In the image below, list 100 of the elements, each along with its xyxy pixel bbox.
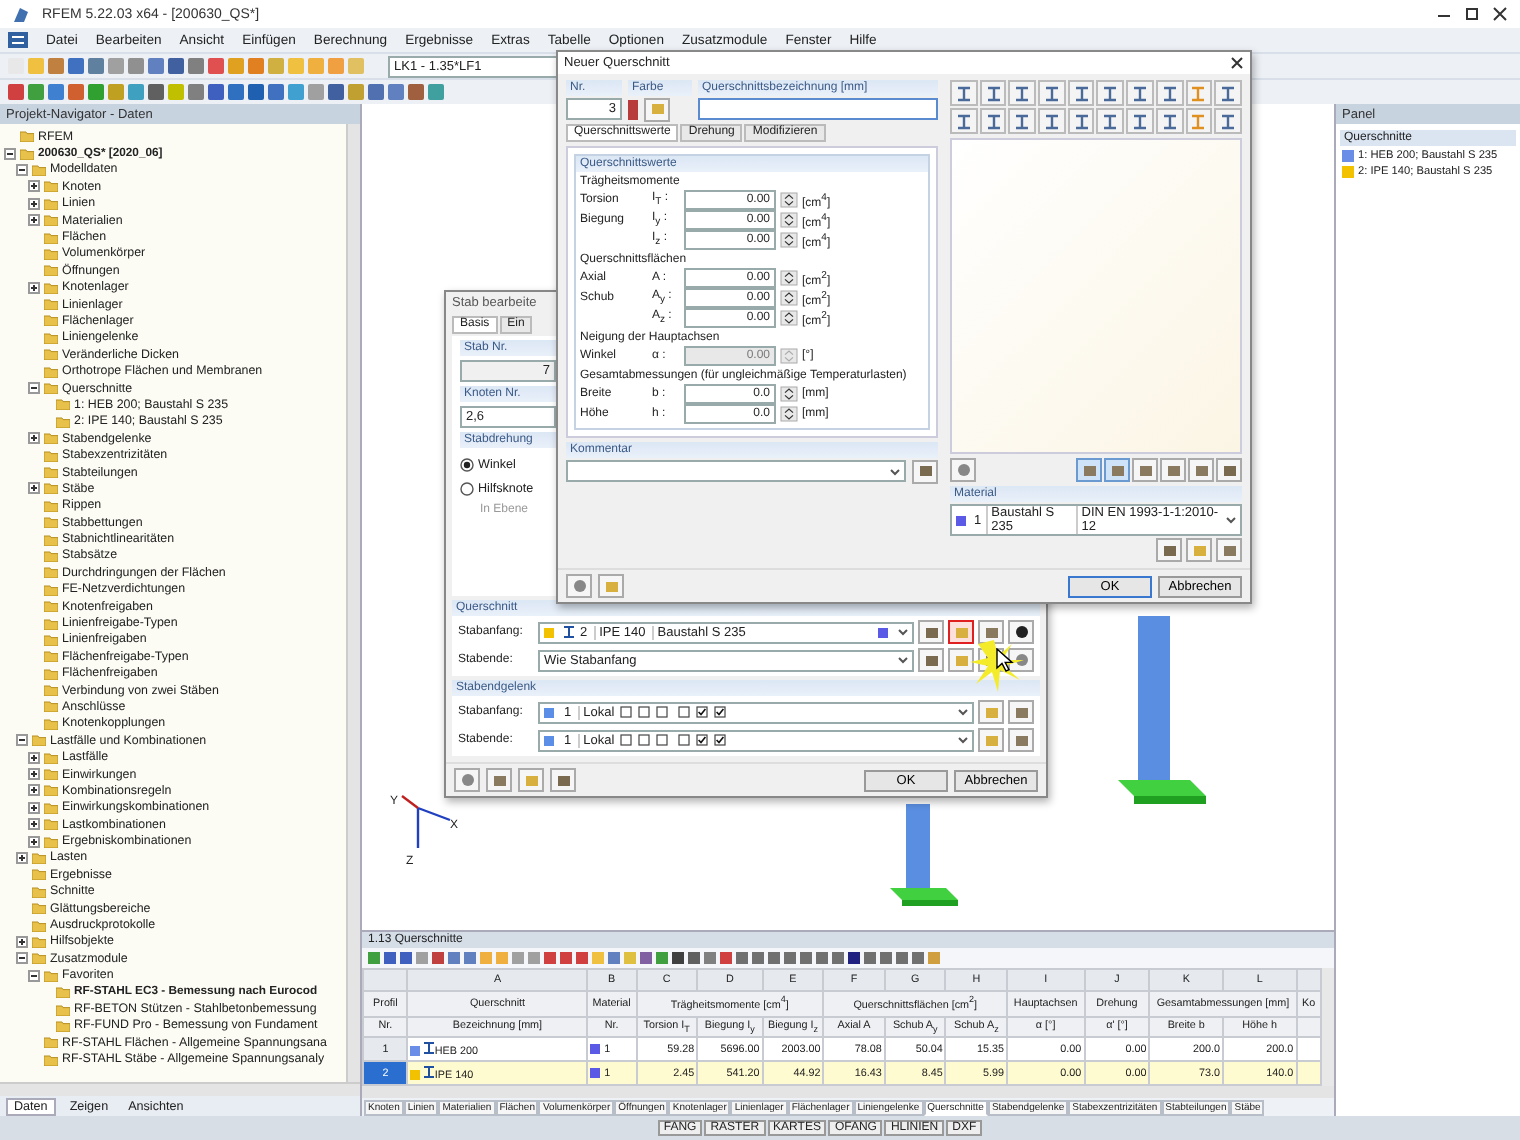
spinner-icon[interactable] [780,290,798,306]
expand-toggle[interactable] [16,952,28,965]
spinner-icon[interactable] [780,310,798,326]
info-button[interactable] [1008,620,1034,644]
info-button[interactable] [1008,648,1034,672]
spinner-icon[interactable] [780,386,798,402]
scrollbar[interactable] [346,124,360,1082]
color-swatch[interactable] [628,99,638,119]
section-type-icon[interactable] [1038,108,1066,134]
section-type-icon[interactable] [1185,80,1213,106]
spinner-icon[interactable] [780,406,798,422]
section-type-icon[interactable] [979,108,1007,134]
expand-toggle[interactable] [28,180,40,193]
new-section-button[interactable] [948,620,974,644]
tool-button[interactable] [550,768,576,792]
expand-toggle[interactable] [28,382,40,395]
section-type-icon[interactable] [1155,80,1184,106]
help-button[interactable] [566,574,592,598]
section-type-icon[interactable] [1038,80,1066,106]
expand-toggle[interactable] [16,935,28,948]
section-type-icon[interactable] [1008,80,1037,106]
spinner-icon[interactable] [780,270,798,286]
scrollbar[interactable] [362,1086,1334,1098]
edit-button[interactable] [1008,728,1034,752]
expand-toggle[interactable] [28,969,40,982]
expand-toggle[interactable] [28,214,40,227]
view-toggle[interactable] [1160,458,1186,482]
expand-toggle[interactable] [16,163,28,176]
section-type-icon[interactable] [1096,80,1125,106]
app-icon [12,5,30,23]
expand-toggle[interactable] [28,751,40,764]
section-type-icon[interactable] [1126,80,1154,106]
column-drawing [890,804,958,906]
section-type-icon[interactable] [1155,108,1184,134]
color-picker-button[interactable] [644,97,670,121]
app-menu-icon[interactable] [8,32,28,48]
section-type-icon[interactable] [1126,108,1154,134]
expand-toggle[interactable] [28,784,40,797]
new-section-button[interactable] [948,648,974,672]
expand-toggle[interactable] [28,482,40,495]
section-type-icon[interactable] [979,80,1007,106]
library-button[interactable] [918,648,944,672]
section-type-icon[interactable] [1214,80,1242,106]
close-icon[interactable] [1230,56,1244,70]
expand-toggle[interactable] [28,432,40,445]
caret-icon [1226,516,1236,524]
comment-field[interactable] [566,460,906,482]
expand-toggle[interactable] [28,818,40,831]
expand-toggle[interactable] [28,835,40,848]
view-toggle[interactable] [1188,458,1214,482]
axis-icon [401,795,452,850]
section-type-icon[interactable] [1214,108,1242,134]
section-type-icon[interactable] [1067,80,1095,106]
input-field[interactable] [698,98,938,120]
library-button[interactable] [918,620,944,644]
caret-icon [958,708,968,716]
caret-icon [890,467,900,475]
close-icon[interactable] [1492,6,1508,22]
edit-button[interactable] [486,768,512,792]
section-type-icon[interactable] [1008,108,1037,134]
edit-button[interactable] [978,620,1004,644]
new-hinge-button[interactable] [978,728,1004,752]
section-type-icon[interactable] [1067,108,1095,134]
new-material-button[interactable] [1186,538,1212,562]
i-beam-icon [424,1065,435,1078]
maximize-icon[interactable] [1464,6,1480,22]
expand-toggle[interactable] [16,851,28,864]
scrollbar[interactable] [0,1082,360,1096]
section-type-icon[interactable] [950,108,978,134]
radio-button[interactable] [460,458,474,472]
expand-toggle[interactable] [16,734,28,747]
expand-toggle[interactable] [28,197,40,210]
view-toggle[interactable] [1132,458,1158,482]
caret-icon [898,628,908,636]
expand-toggle[interactable] [28,281,40,294]
caret-icon [898,656,908,664]
view-toggle[interactable] [1076,458,1102,482]
zoom-icon[interactable] [1216,458,1242,482]
color-swatch [590,1067,601,1078]
scrollbar[interactable] [1322,968,1334,1086]
spinner-icon[interactable] [780,192,798,208]
section-type-icon[interactable] [1096,108,1125,134]
radio-button[interactable] [460,482,474,496]
column-letter [363,969,408,991]
units-button[interactable] [518,768,544,792]
edit-button[interactable] [1216,538,1242,562]
units-button[interactable] [598,574,624,598]
view-toggle[interactable] [1104,458,1130,482]
spinner-icon[interactable] [780,232,798,248]
comment-button[interactable] [912,459,938,483]
library-button[interactable] [1156,538,1182,562]
new-hinge-button[interactable] [978,700,1004,724]
spinner-icon[interactable] [780,212,798,228]
expand-toggle[interactable] [28,768,40,781]
section-type-icon[interactable] [950,80,978,106]
expand-toggle[interactable] [28,801,40,814]
expand-toggle[interactable] [4,147,16,160]
edit-button[interactable] [1008,700,1034,724]
help-button[interactable] [454,768,480,792]
section-type-icon[interactable] [1185,108,1213,134]
